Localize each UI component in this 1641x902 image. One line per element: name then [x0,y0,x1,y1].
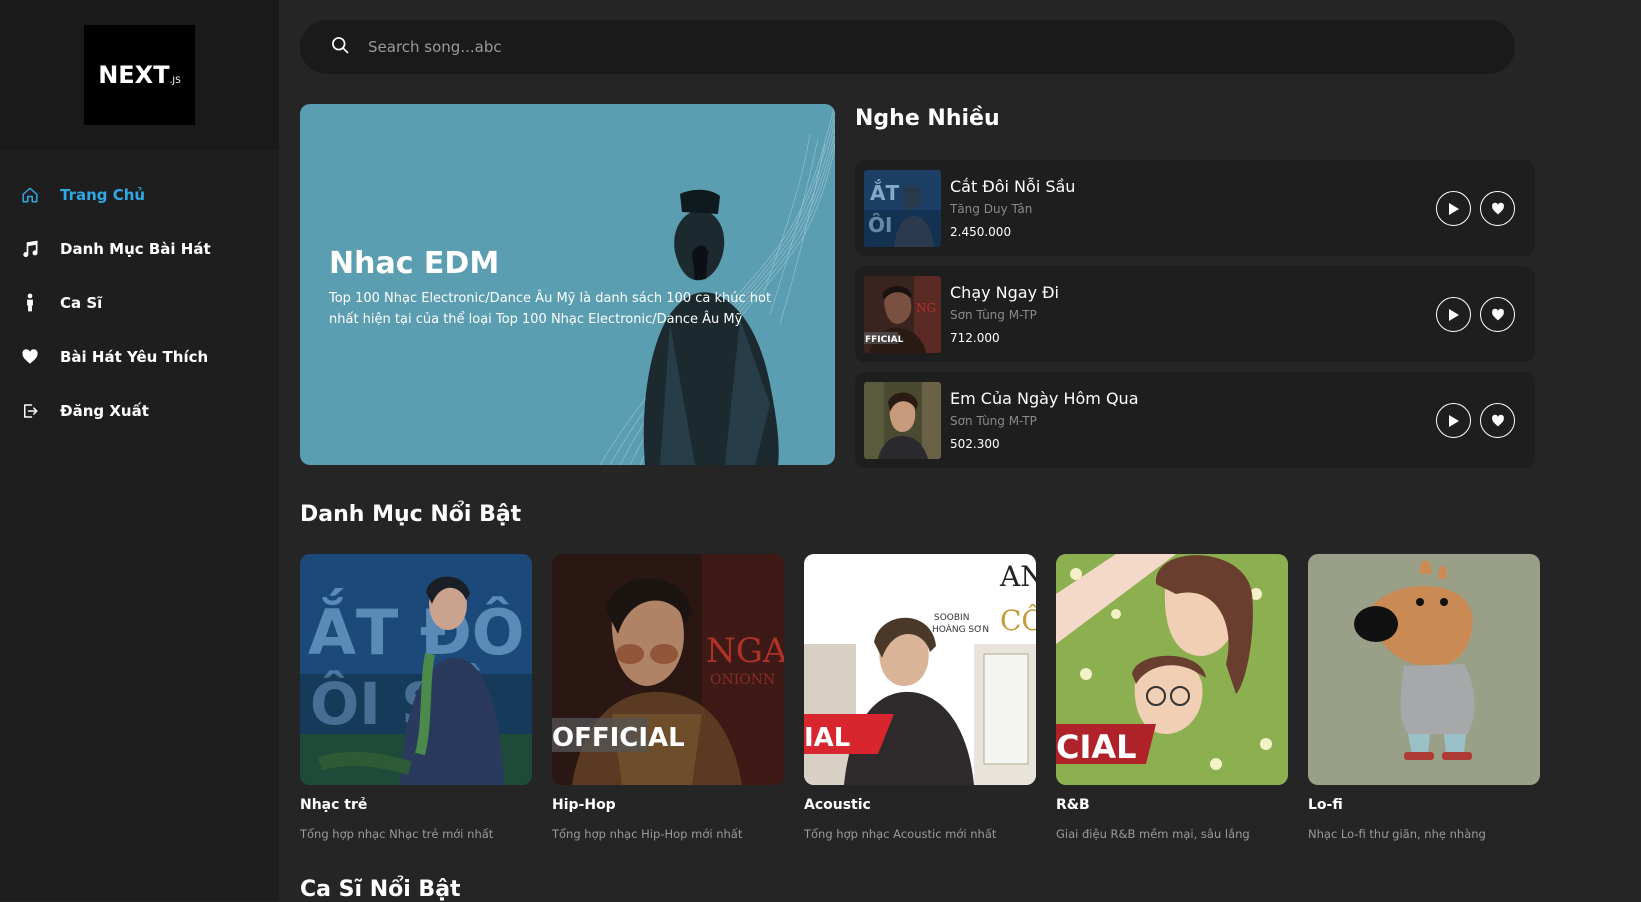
song-row[interactable]: Em Của Ngày Hôm Qua Sơn Tùng M-TP 502.30… [855,372,1535,468]
category-description: Nhạc Lo-fi thư giãn, nhẹ nhàng [1308,827,1486,841]
song-play-count: 502.300 [950,437,1000,451]
svg-text:CIAL: CIAL [1056,728,1137,766]
category-card-rnb[interactable]: CIAL R&B Giai điệu R&B mềm mại, sâu lắng [1056,554,1288,841]
svg-text:NG: NG [916,301,936,315]
sidebar-item-home[interactable]: Trang Chủ [0,168,279,222]
category-card-acoustic[interactable]: AN SOOBIN HOÀNG SƠN CÔ IAL Acoustic Tổng hợp… [804,554,1036,841]
search-bar[interactable] [300,20,1515,74]
logo-text: NEXT.JS [98,61,181,89]
home-icon [20,185,40,205]
sidebar-item-artists[interactable]: Ca Sĩ [0,276,279,330]
logo-area: NEXT.JS [0,0,279,150]
sidebar-item-label: Danh Mục Bài Hát [60,240,211,258]
song-play-count: 712.000 [950,331,1000,345]
play-icon [1448,202,1459,215]
banner-description: Top 100 Nhạc Electronic/Dance Âu Mỹ là d… [329,291,772,327]
svg-text:SOOBIN: SOOBIN [934,613,969,623]
main-content: Nhac EDM Top 100 Nhạc Electronic/Dance Â… [279,0,1641,902]
sidebar-item-label: Đăng Xuất [60,402,149,420]
category-image: AN SOOBIN HOÀNG SƠN CÔ IAL [804,554,1036,785]
svg-text:AN: AN [999,560,1036,593]
svg-text:NGA: NGA [706,631,784,671]
categories-title: Danh Mục Nổi Bật [300,502,522,527]
category-card-hip-hop[interactable]: NGA ONIONN OFFICIAL Hip-Hop Tổng hợp nhạc … [552,554,784,841]
svg-text:CÔ: CÔ [1000,603,1036,637]
category-description: Giai điệu R&B mềm mại, sâu lắng [1056,827,1250,841]
category-description: Tổng hợp nhạc Nhạc trẻ mới nhất [300,827,494,841]
play-button[interactable] [1436,191,1471,226]
svg-text:ẮT ĐÔ: ẮT ĐÔ [308,588,525,669]
sidebar-item-label: Bài Hát Yêu Thích [60,348,209,366]
song-play-count: 2.450.000 [950,225,1012,239]
song-artist: Sơn Tùng M-TP [950,414,1037,428]
favorite-button[interactable] [1480,297,1515,332]
sidebar-nav: Trang Chủ Danh Mục Bài Hát Ca Sĩ Bài Hát… [0,168,279,438]
heart-icon [1491,202,1504,215]
sidebar-item-logout[interactable]: Đăng Xuất [0,384,279,438]
artists-title: Ca Sĩ Nổi Bật [300,877,461,902]
song-thumbnail: ẮT ÔI [864,170,941,247]
search-icon [330,35,350,59]
category-card-lo-fi[interactable]: Lo-fi Nhạc Lo-fi thư giãn, nhẹ nhàng [1308,554,1540,841]
featured-banner[interactable]: Nhac EDM Top 100 Nhạc Electronic/Dance Â… [300,104,835,465]
banner-title: Nhac EDM [329,246,500,281]
category-name: Lo-fi [1308,797,1343,813]
svg-text:OFFICIAL: OFFICIAL [552,723,685,753]
song-row[interactable]: ẮT ÔI Cắt Đôi Nỗi Sầu Tăng Duy Tân 2.450.… [855,160,1535,256]
category-description: Tổng hợp nhạc Hip-Hop mới nhất [552,827,743,841]
sidebar-item-favorites[interactable]: Bài Hát Yêu Thích [0,330,279,384]
category-image: CIAL [1056,554,1288,785]
svg-text:ONIONN: ONIONN [710,672,775,688]
category-name: R&B [1056,797,1090,813]
top-songs-title: Nghe Nhiều [855,106,1000,131]
song-artist: Tăng Duy Tân [950,202,1033,216]
category-name: Acoustic [804,797,871,813]
category-image: NGA ONIONN OFFICIAL [552,554,784,785]
category-name: Hip-Hop [552,797,616,813]
svg-text:FFICIAL: FFICIAL [865,335,904,345]
heart-icon [20,347,40,367]
song-title: Chạy Ngay Đi [950,283,1059,302]
person-icon [20,293,40,313]
heart-icon [1491,414,1504,427]
sidebar-item-song-categories[interactable]: Danh Mục Bài Hát [0,222,279,276]
search-input[interactable] [368,38,1268,56]
category-name: Nhạc trẻ [300,797,368,813]
play-button[interactable] [1436,403,1471,438]
svg-text:ÔI: ÔI [868,213,892,237]
category-description: Tổng hợp nhạc Acoustic mới nhất [804,827,997,841]
svg-text:ẮT: ẮT [870,179,899,205]
play-icon [1448,414,1459,427]
song-thumbnail [864,382,941,459]
sidebar-item-label: Ca Sĩ [60,294,103,312]
svg-text:IAL: IAL [804,723,850,753]
category-image [1308,554,1540,785]
song-title: Em Của Ngày Hôm Qua [950,389,1139,408]
top-songs-list: ẮT ÔI Cắt Đôi Nỗi Sầu Tăng Duy Tân 2.450.… [855,160,1535,478]
play-icon [1448,308,1459,321]
song-row[interactable]: NG FFICIAL Chạy Ngay Đi Sơn Tùng M-TP 712… [855,266,1535,362]
category-card-nhac-tre[interactable]: ẮT ĐÔ ÔI SẦ Nhạc trẻ Tổng hợp nhạc Nhạc t… [300,554,532,841]
sidebar: NEXT.JS Trang Chủ Danh Mục Bài Hát Ca Sĩ [0,0,279,901]
logout-icon [20,401,40,421]
play-button[interactable] [1436,297,1471,332]
heart-icon [1491,308,1504,321]
logo[interactable]: NEXT.JS [84,25,195,125]
song-artist: Sơn Tùng M-TP [950,308,1037,322]
banner-artwork [599,104,835,465]
favorite-button[interactable] [1480,191,1515,226]
song-title: Cắt Đôi Nỗi Sầu [950,177,1076,196]
categories-grid: ẮT ĐÔ ÔI SẦ Nhạc trẻ Tổng hợp nhạc Nhạc t… [300,554,1540,841]
song-thumbnail: NG FFICIAL [864,276,941,353]
sidebar-item-label: Trang Chủ [60,186,146,204]
favorite-button[interactable] [1480,403,1515,438]
svg-text:HOÀNG SƠN: HOÀNG SƠN [932,623,989,635]
music-note-icon [20,239,40,259]
category-image: ẮT ĐÔ ÔI SẦ [300,554,532,785]
